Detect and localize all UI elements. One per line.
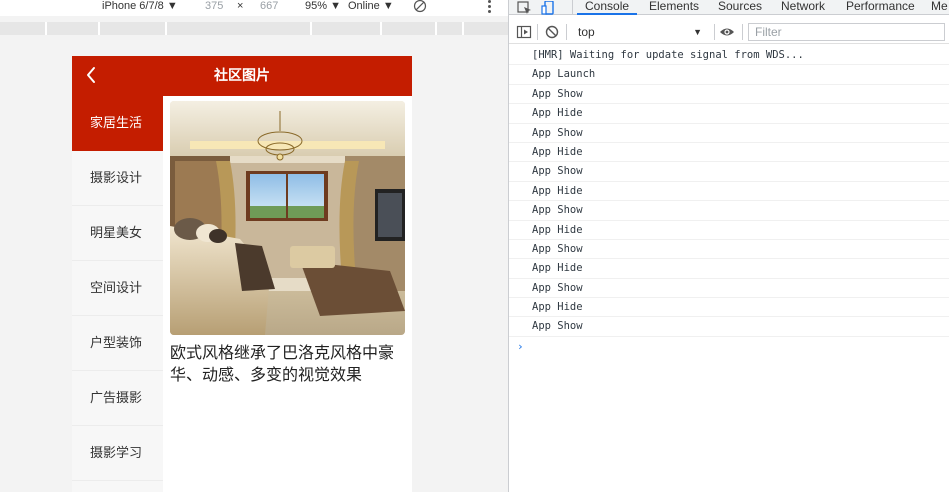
live-expression-eye-icon[interactable]: [719, 24, 735, 40]
media-query-ruler: [0, 22, 508, 35]
tab-elements[interactable]: Elements: [649, 0, 699, 15]
bedroom-photo[interactable]: [170, 101, 405, 335]
context-value: top: [578, 25, 595, 39]
log-line: App Show: [509, 85, 949, 105]
log-line: App Hide: [509, 259, 949, 279]
category-item-home-life[interactable]: 家居生活: [72, 96, 163, 151]
category-item-layout-decor[interactable]: 户型装饰: [72, 316, 163, 371]
category-item-space-design[interactable]: 空间设计: [72, 261, 163, 316]
page-title: 社区图片: [214, 68, 270, 84]
log-line: [HMR] Waiting for update signal from WDS…: [509, 46, 949, 66]
devtools-tabbar: Console Elements Sources Network Perform…: [509, 0, 949, 15]
sidebar-toggle-icon[interactable]: [516, 24, 532, 40]
content-list: 欧式风格继承了巴洛克风格中豪华、动感、多变的视觉效果: [170, 101, 406, 386]
clear-console-icon[interactable]: [544, 24, 560, 40]
context-select[interactable]: top ▼: [572, 23, 708, 41]
device-select[interactable]: iPhone 6/7/8 ▼: [102, 0, 178, 12]
log-line: App Show: [509, 279, 949, 299]
log-line: App Show: [509, 240, 949, 260]
width-input[interactable]: 375: [205, 0, 223, 12]
filter-input[interactable]: [748, 23, 945, 41]
photo-caption[interactable]: 欧式风格继承了巴洛克风格中豪华、动感、多变的视觉效果: [170, 342, 406, 386]
tab-network[interactable]: Network: [781, 0, 825, 15]
dimension-separator: ×: [237, 0, 244, 12]
tab-performance[interactable]: Performance: [846, 0, 915, 15]
device-toolbar-toggle-icon[interactable]: [541, 0, 557, 15]
log-line: App Launch: [509, 65, 949, 85]
console-toolbar: top ▼: [509, 20, 949, 44]
zoom-select[interactable]: 95% ▼: [305, 0, 341, 12]
log-line: App Hide: [509, 143, 949, 163]
category-item-ad-photography[interactable]: 广告摄影: [72, 371, 163, 426]
category-item-photo-learning[interactable]: 摄影学习: [72, 426, 163, 481]
log-line: App Show: [509, 162, 949, 182]
network-throttle-select[interactable]: Online ▼: [348, 0, 394, 12]
log-line: App Hide: [509, 104, 949, 124]
inspect-element-icon[interactable]: [517, 0, 533, 14]
log-line: App Show: [509, 201, 949, 221]
more-options-icon[interactable]: [486, 0, 492, 14]
height-input[interactable]: 667: [260, 0, 278, 12]
rotate-icon[interactable]: [413, 0, 427, 16]
category-sidebar: 家居生活 摄影设计 明星美女 空间设计 户型装饰 广告摄影 摄影学习: [72, 96, 163, 492]
tab-console[interactable]: Console: [577, 0, 638, 15]
app-header: 社区图片: [72, 56, 412, 96]
console-prompt[interactable]: ›: [509, 337, 949, 357]
tab-sources[interactable]: Sources: [718, 0, 762, 15]
log-line: App Show: [509, 124, 949, 143]
log-line: App Hide: [509, 221, 949, 240]
log-line: App Hide: [509, 182, 949, 202]
category-item-celebrities[interactable]: 明星美女: [72, 206, 163, 261]
console-log: [HMR] Waiting for update signal from WDS…: [509, 46, 949, 357]
screen: iPhone 6/7/8 ▼ 375 × 667 95% ▼ Online ▼ …: [0, 0, 949, 492]
log-line: App Hide: [509, 298, 949, 318]
devtools-panel: Console Elements Sources Network Perform…: [508, 0, 949, 492]
chevron-down-icon: ▼: [693, 27, 702, 37]
device-emulation-pane: iPhone 6/7/8 ▼ 375 × 667 95% ▼ Online ▼ …: [0, 0, 508, 492]
tabbar-divider: [572, 0, 573, 14]
device-toolbar: iPhone 6/7/8 ▼ 375 × 667 95% ▼ Online ▼: [0, 0, 508, 16]
tab-memory[interactable]: Me: [931, 0, 948, 15]
phone-viewport: 社区图片 家居生活 摄影设计 明星美女 空间设计 户型装饰 广告摄影 摄影学习: [72, 56, 412, 492]
back-icon[interactable]: [80, 62, 102, 90]
category-item-photo-design[interactable]: 摄影设计: [72, 151, 163, 206]
log-line: App Show: [509, 317, 949, 337]
